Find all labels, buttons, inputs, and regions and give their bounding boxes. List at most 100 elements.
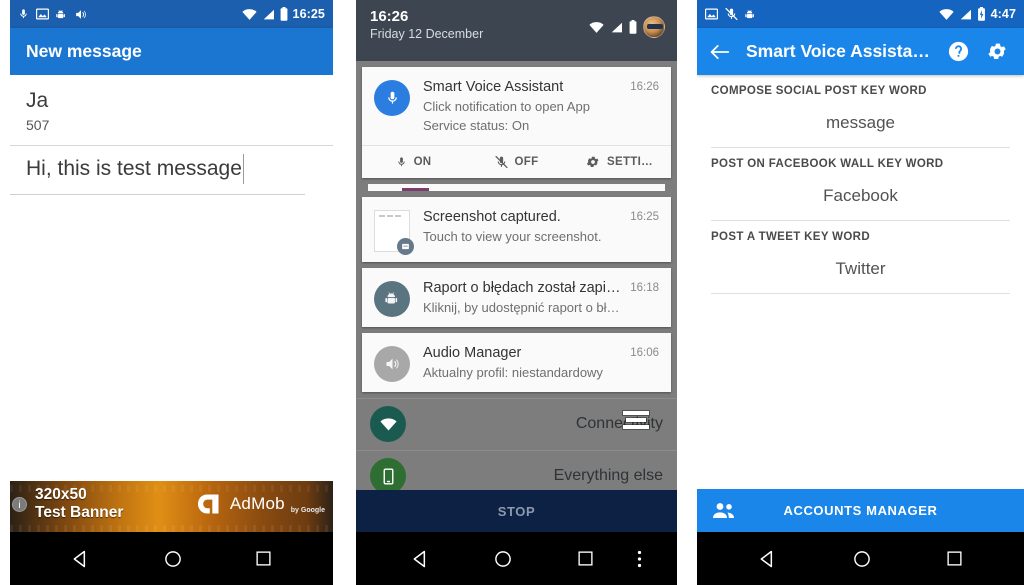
preference-item-facebook[interactable]: POST ON FACEBOOK WALL KEY WORD Facebook xyxy=(697,148,1024,221)
mic-off-icon xyxy=(494,155,508,169)
notification-body: Screenshot captured. Touch to view your … xyxy=(362,197,671,262)
mic-icon xyxy=(396,155,407,169)
notification-icon xyxy=(374,344,412,382)
notification-item[interactable]: Raport o błędach został zapisa… Kliknij,… xyxy=(362,267,671,327)
wifi-icon xyxy=(241,8,257,20)
phone-panel-settings: 4:47 Smart Voice Assista… COMPOSE SOCIAL… xyxy=(697,0,1024,585)
admob-logo-icon xyxy=(197,491,224,517)
quick-row-connectivity-label: Connectivity xyxy=(575,415,663,433)
wifi-filled-icon xyxy=(370,406,406,443)
stop-button[interactable]: STOP xyxy=(356,490,677,532)
back-icon[interactable] xyxy=(411,549,431,569)
screenshot-stage: 16:25 New message Ja 507 Hi, this is tes… xyxy=(0,0,1024,585)
notification-line-1: Touch to view your screenshot. xyxy=(423,228,602,244)
notification-text: Smart Voice Assistant Click notification… xyxy=(423,78,622,135)
notification-time: 16:26 xyxy=(630,81,659,93)
admob-brand: AdMob by Google xyxy=(197,491,325,517)
help-icon[interactable] xyxy=(948,41,969,62)
admob-banner[interactable]: i 320x50 Test Banner AdMob by Google xyxy=(10,481,333,532)
quick-row-everything-else-label: Everything else xyxy=(553,467,663,485)
home-icon[interactable] xyxy=(164,550,182,568)
wifi-icon xyxy=(589,21,604,33)
status-bar: 16:25 xyxy=(10,0,333,28)
status-bar-left-icons xyxy=(18,7,88,21)
preference-item-compose[interactable]: COMPOSE SOCIAL POST KEY WORD message xyxy=(697,75,1024,148)
app-bar-actions xyxy=(948,41,1012,62)
partially-hidden-notification[interactable] xyxy=(368,183,665,191)
notification-item[interactable]: Screenshot captured. Touch to view your … xyxy=(362,196,671,262)
notification-item[interactable]: Audio Manager Aktualny profil: niestanda… xyxy=(362,332,671,392)
notification-icon xyxy=(374,78,412,135)
stop-button-label: STOP xyxy=(497,503,536,519)
ad-info-icon[interactable]: i xyxy=(12,497,27,512)
gear-icon xyxy=(586,155,600,169)
wifi-icon xyxy=(938,8,954,20)
preference-header: POST A TWEET KEY WORD xyxy=(711,231,870,243)
battery-icon xyxy=(280,7,288,21)
shade-scrim: 16:26 Friday 12 December Smart Voice Ass… xyxy=(356,0,677,585)
hamburger-overlay-icon[interactable] xyxy=(623,410,649,432)
mic-off-icon xyxy=(725,7,738,21)
quick-row-connectivity[interactable]: Connectivity xyxy=(356,397,677,450)
overflow-icon[interactable] xyxy=(627,550,653,568)
status-bar-clock: 16:25 xyxy=(292,7,325,21)
notification-icon xyxy=(374,279,412,317)
notification-line-1: Aktualny profil: niestandardowy xyxy=(423,364,603,380)
android-bug-icon xyxy=(56,8,67,21)
back-icon[interactable] xyxy=(71,549,91,569)
admob-by-google-text: by Google xyxy=(290,507,325,514)
battery-charging-icon xyxy=(977,7,986,21)
android-bug-icon xyxy=(374,280,410,317)
notification-icon xyxy=(374,208,414,255)
preference-header: POST ON FACEBOOK WALL KEY WORD xyxy=(711,158,944,170)
signal-icon xyxy=(262,9,275,20)
battery-icon xyxy=(629,20,637,34)
people-icon xyxy=(697,502,751,519)
recents-icon[interactable] xyxy=(577,550,594,567)
notification-text: Screenshot captured. Touch to view your … xyxy=(423,208,622,252)
message-input[interactable]: Hi, this is test message xyxy=(10,146,333,194)
home-slot xyxy=(462,550,544,568)
avatar[interactable] xyxy=(643,16,665,38)
recipient-field[interactable]: Ja 507 xyxy=(10,75,333,139)
preference-value: message xyxy=(826,113,895,132)
notification-action-off-label: OFF xyxy=(514,155,539,168)
gear-icon[interactable] xyxy=(987,41,1008,62)
system-nav-bar xyxy=(10,532,333,585)
thumbnail-text-lines xyxy=(379,214,403,217)
back-icon[interactable] xyxy=(758,549,778,569)
android-bug-icon xyxy=(745,8,756,21)
status-bar-right-icons: 4:47 xyxy=(938,7,1016,21)
arrow-back-icon[interactable] xyxy=(709,43,730,61)
notification-list: Smart Voice Assistant Click notification… xyxy=(356,61,677,392)
notification-action-settings[interactable]: SETTI… xyxy=(568,155,671,169)
system-nav-bar xyxy=(356,532,677,585)
notification-progress-bar xyxy=(402,187,429,191)
notification-action-off[interactable]: OFF xyxy=(465,155,568,169)
preference-value: Twitter xyxy=(835,259,886,278)
volume-icon xyxy=(374,345,410,382)
back-slot xyxy=(380,549,462,569)
phone-panel-new-message: 16:25 New message Ja 507 Hi, this is tes… xyxy=(10,0,333,585)
notification-item[interactable]: Smart Voice Assistant Click notification… xyxy=(362,67,671,178)
notification-time: 16:06 xyxy=(630,346,659,359)
recents-slot xyxy=(545,550,627,567)
phone-panel-notification-shade: 16:26 Friday 12 December Smart Voice Ass… xyxy=(356,0,677,585)
banner-title-text: Test Banner xyxy=(35,504,124,522)
status-bar-clock: 4:47 xyxy=(990,7,1016,21)
compose-body: Ja 507 Hi, this is test message xyxy=(10,75,333,196)
image-icon xyxy=(36,8,49,20)
preference-item-twitter[interactable]: POST A TWEET KEY WORD Twitter xyxy=(697,221,1024,294)
banner-size-text: 320x50 xyxy=(35,486,87,503)
notification-action-settings-label: SETTI… xyxy=(607,155,653,168)
home-icon[interactable] xyxy=(853,550,871,568)
accounts-manager-button[interactable]: ACCOUNTS MANAGER xyxy=(697,489,1024,532)
banner-film-texture-bottom xyxy=(10,525,333,532)
notification-action-on[interactable]: ON xyxy=(362,155,465,169)
notification-text: Raport o błędach został zapisa… Kliknij,… xyxy=(423,279,622,317)
recents-icon[interactable] xyxy=(946,550,963,567)
home-icon[interactable] xyxy=(494,550,512,568)
notification-title: Raport o błędach został zapisa… xyxy=(423,279,623,296)
recents-icon[interactable] xyxy=(255,550,272,567)
preference-value: Facebook xyxy=(823,186,898,205)
